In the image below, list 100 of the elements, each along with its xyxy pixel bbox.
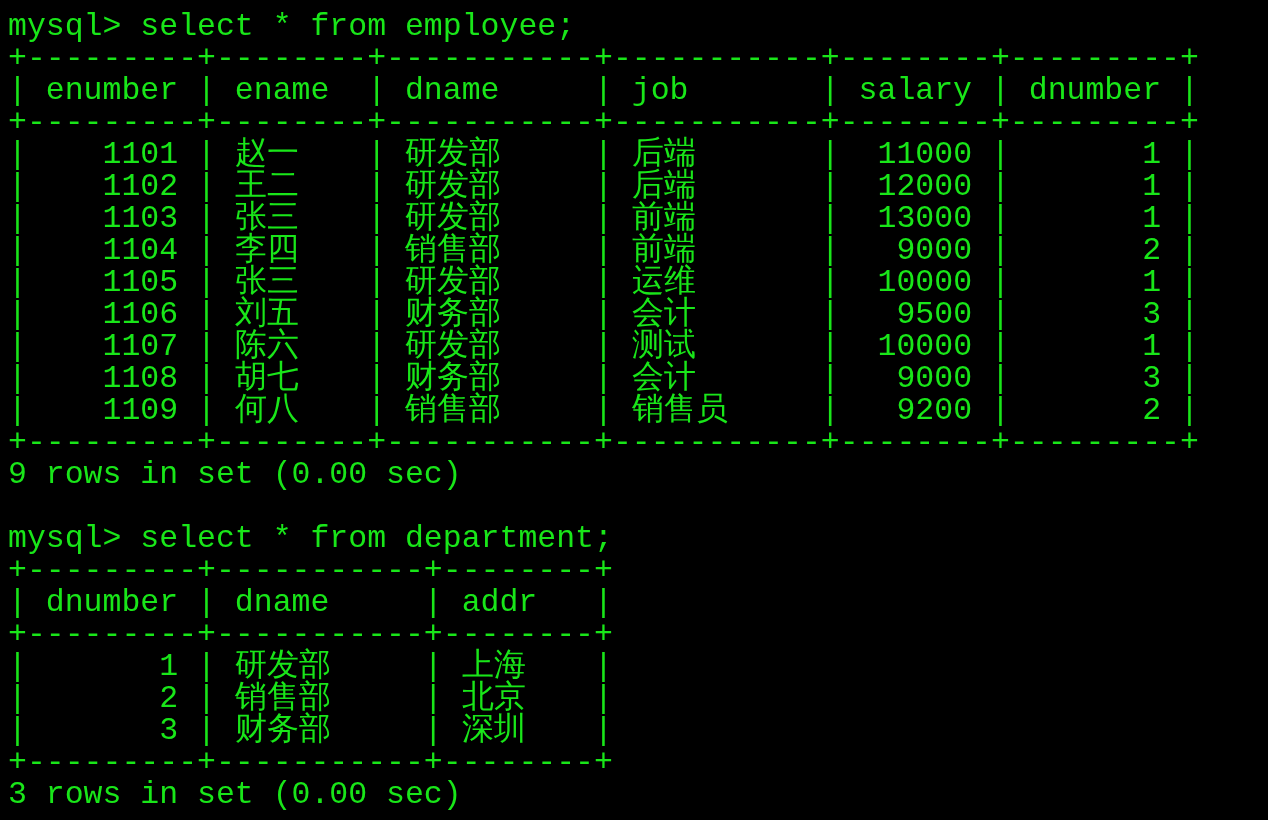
column-separator: | bbox=[197, 715, 216, 747]
column-separator: | bbox=[594, 715, 613, 747]
table-cell-text: 赵一 bbox=[233, 139, 300, 171]
table-cell-text: 10000 bbox=[876, 331, 974, 363]
column-separator: | bbox=[820, 203, 840, 235]
column-separator: | bbox=[990, 75, 1010, 107]
table-cell-text: 1105 bbox=[101, 267, 180, 299]
column-separator: | bbox=[367, 203, 387, 235]
column-separator: | bbox=[594, 235, 613, 267]
column-separator: | bbox=[1179, 235, 1199, 267]
column-separator: | bbox=[820, 139, 840, 171]
table-cell-text: 3 bbox=[1141, 299, 1163, 331]
command-line: mysql> select * from department; bbox=[8, 523, 613, 555]
column-separator: | bbox=[990, 331, 1010, 363]
column-header: enumber bbox=[44, 75, 180, 107]
table-cell-text: 2 bbox=[1141, 395, 1163, 427]
column-separator: | bbox=[197, 363, 216, 395]
column-separator: | bbox=[820, 395, 840, 427]
column-separator: | bbox=[820, 363, 840, 395]
table-cell-text: 9000 bbox=[895, 235, 974, 267]
table-cell-text: 1101 bbox=[101, 139, 180, 171]
table-cell-text: 2 bbox=[158, 683, 180, 715]
column-separator: | bbox=[197, 267, 216, 299]
table-border: +---------+-----------+--------+ bbox=[8, 555, 613, 587]
column-separator: | bbox=[820, 75, 840, 107]
column-separator: | bbox=[423, 587, 443, 619]
column-separator: | bbox=[820, 331, 840, 363]
column-separator: | bbox=[197, 171, 216, 203]
column-separator: | bbox=[594, 395, 613, 427]
column-header: addr bbox=[460, 587, 539, 619]
column-separator: | bbox=[820, 235, 840, 267]
column-header: ename bbox=[233, 75, 331, 107]
column-separator: | bbox=[594, 363, 613, 395]
column-separator: | bbox=[594, 171, 613, 203]
table-cell-text: 9000 bbox=[895, 363, 974, 395]
column-separator: | bbox=[1179, 139, 1199, 171]
column-separator: | bbox=[8, 75, 27, 107]
column-separator: | bbox=[197, 203, 216, 235]
column-separator: | bbox=[1179, 299, 1199, 331]
table-border: +---------+--------+-----------+-----------+--------+---------+ bbox=[8, 427, 1199, 459]
column-separator: | bbox=[594, 331, 613, 363]
column-separator: | bbox=[594, 299, 613, 331]
table-cell-text: 1102 bbox=[101, 171, 180, 203]
column-separator: | bbox=[8, 171, 27, 203]
table-cell-text: 10000 bbox=[876, 267, 974, 299]
column-separator: | bbox=[820, 267, 840, 299]
column-separator: | bbox=[820, 171, 840, 203]
column-separator: | bbox=[594, 651, 613, 683]
column-separator: | bbox=[8, 139, 27, 171]
table-cell-text: 销售员 bbox=[630, 395, 729, 427]
column-separator: | bbox=[8, 235, 27, 267]
column-separator: | bbox=[197, 299, 216, 331]
column-separator: | bbox=[8, 363, 27, 395]
table-cell-text: 3 bbox=[1141, 363, 1163, 395]
table-cell-text: 1 bbox=[1141, 171, 1163, 203]
column-separator: | bbox=[1179, 75, 1199, 107]
column-separator: | bbox=[8, 203, 27, 235]
table-border: +---------+--------+-----------+-----------+--------+---------+ bbox=[8, 43, 1199, 75]
column-separator: | bbox=[423, 715, 443, 747]
column-separator: | bbox=[197, 683, 216, 715]
column-separator: | bbox=[197, 587, 216, 619]
column-separator: | bbox=[594, 683, 613, 715]
column-separator: | bbox=[367, 75, 387, 107]
table-cell-text: 1103 bbox=[101, 203, 180, 235]
table-cell-text: 1107 bbox=[101, 331, 180, 363]
table-cell-text: 9500 bbox=[895, 299, 974, 331]
column-separator: | bbox=[197, 651, 216, 683]
column-header: dnumber bbox=[44, 587, 180, 619]
column-separator: | bbox=[367, 235, 387, 267]
column-separator: | bbox=[1179, 331, 1199, 363]
column-separator: | bbox=[990, 139, 1010, 171]
table-cell-text: 1 bbox=[1141, 267, 1163, 299]
column-separator: | bbox=[990, 267, 1010, 299]
table-cell-text: 13000 bbox=[876, 203, 974, 235]
column-separator: | bbox=[594, 203, 613, 235]
table-cell-text: 1109 bbox=[101, 395, 180, 427]
column-separator: | bbox=[367, 395, 387, 427]
table-cell-text: 2 bbox=[1141, 235, 1163, 267]
table-border: +---------+-----------+--------+ bbox=[8, 747, 613, 779]
table-cell-text: 1 bbox=[1141, 139, 1163, 171]
column-separator: | bbox=[367, 267, 387, 299]
table-cell-text: 1104 bbox=[101, 235, 180, 267]
table-cell-text: 3 bbox=[158, 715, 180, 747]
column-separator: | bbox=[594, 267, 613, 299]
column-separator: | bbox=[1179, 171, 1199, 203]
column-separator: | bbox=[367, 363, 387, 395]
column-separator: | bbox=[8, 299, 27, 331]
column-separator: | bbox=[197, 331, 216, 363]
column-separator: | bbox=[8, 267, 27, 299]
table-cell-text: 何八 bbox=[233, 395, 300, 427]
column-separator: | bbox=[367, 171, 387, 203]
column-separator: | bbox=[8, 587, 27, 619]
column-header: dname bbox=[233, 587, 331, 619]
column-separator: | bbox=[990, 363, 1010, 395]
column-separator: | bbox=[1179, 395, 1199, 427]
column-separator: | bbox=[990, 395, 1010, 427]
column-header: job bbox=[630, 75, 690, 107]
table-cell-text: 1106 bbox=[101, 299, 180, 331]
table-cell-text: 1 bbox=[1141, 331, 1163, 363]
command-line: mysql> select * from employee; bbox=[8, 11, 576, 43]
